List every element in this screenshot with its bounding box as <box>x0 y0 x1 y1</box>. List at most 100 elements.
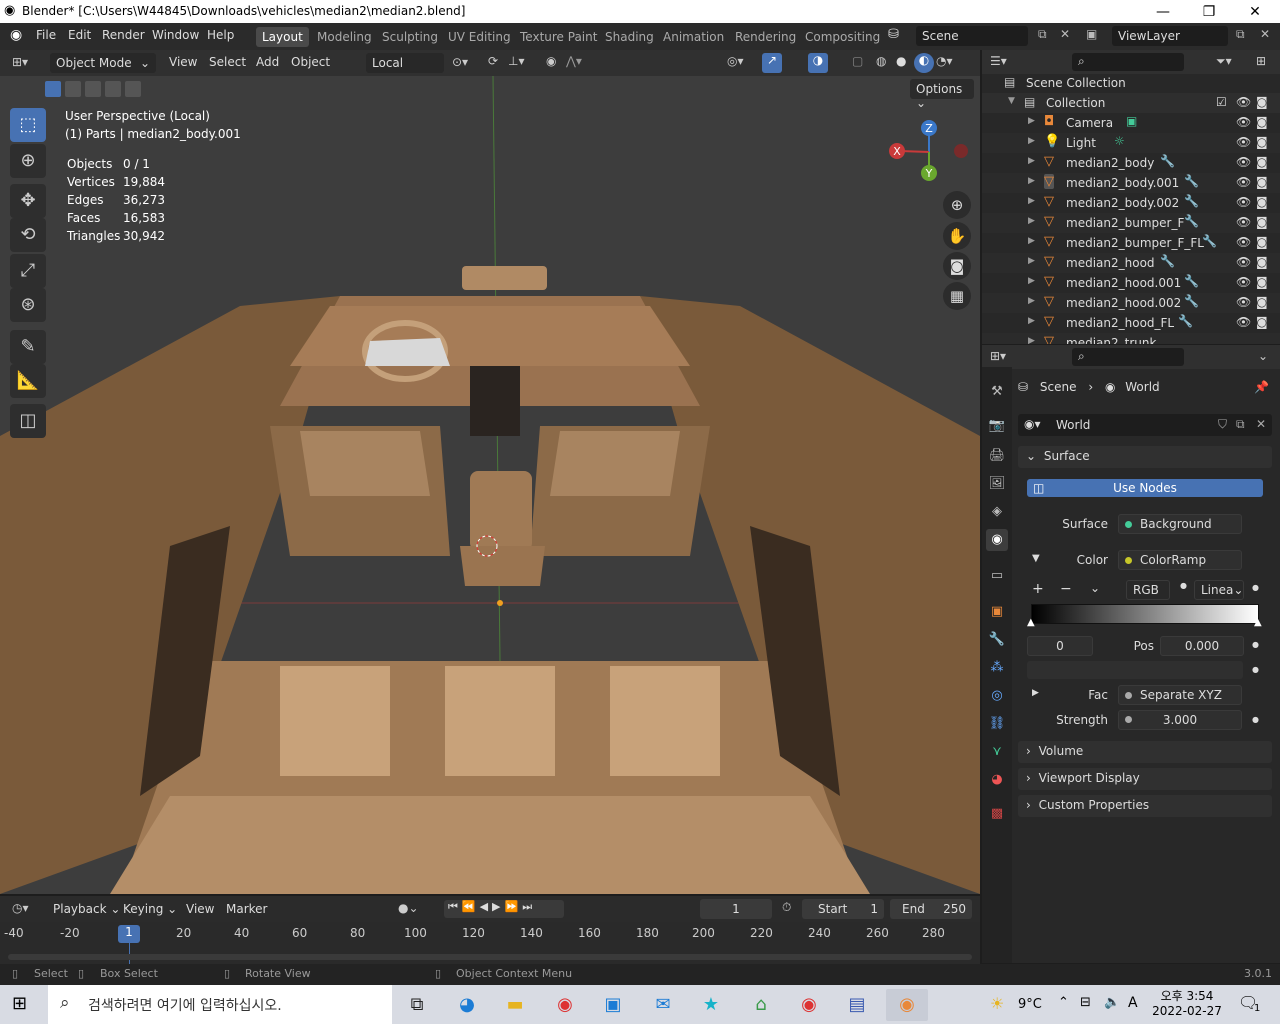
fac-input-field[interactable]: Separate XYZ <box>1118 685 1242 705</box>
outliner-item[interactable]: ▶ ▽ median2_hood.002 🔧 👁 ◙ <box>982 293 1280 313</box>
camera-render-icon[interactable]: ◙ <box>1256 175 1268 189</box>
outliner-item-active[interactable]: ▶ ▽ median2_body.001 🔧 👁 ◙ <box>982 173 1280 193</box>
tab-shading[interactable]: Shading <box>599 27 660 47</box>
pin-icon[interactable]: 📌 <box>1254 380 1269 394</box>
timeline-menu-marker[interactable]: Marker <box>226 902 267 916</box>
record-icon[interactable]: ●⌄ <box>398 901 419 915</box>
add-stop-icon[interactable]: + <box>1032 581 1044 597</box>
blender-menu-icon[interactable]: ◉ <box>10 27 22 43</box>
expand-icon[interactable]: ▶ <box>1028 236 1035 246</box>
camera-render-icon[interactable]: ◙ <box>1256 115 1268 129</box>
collapse-color-icon[interactable]: ▼ <box>1032 553 1040 564</box>
eye-icon[interactable]: 👁 <box>1236 155 1251 169</box>
outliner-editor-icon[interactable]: ☰▾ <box>990 54 1007 68</box>
eye-icon[interactable]: 👁 <box>1236 95 1251 109</box>
timeline-menu-keying[interactable]: Keying ⌄ <box>123 902 177 916</box>
world-name-field[interactable]: World <box>1056 418 1090 432</box>
select-new-icon[interactable] <box>45 81 61 97</box>
modifier-tab-icon[interactable]: 🔧 <box>986 629 1008 651</box>
vp-menu-select[interactable]: Select <box>209 55 246 69</box>
blender-taskbar-icon[interactable]: ◉ <box>886 989 928 1021</box>
taskbar-clock[interactable]: 오후 3:54 2022-02-27 <box>1150 987 1224 1018</box>
measure-tool[interactable]: 📐 <box>10 364 46 398</box>
image-editor-icon[interactable]: ▤ <box>836 989 878 1021</box>
material-tab-icon[interactable]: ◕ <box>986 769 1008 791</box>
camera-render-icon[interactable]: ◙ <box>1256 295 1268 309</box>
expand-icon[interactable]: ▼ <box>1008 96 1015 106</box>
ramp-stop-marker[interactable]: ▲ <box>1027 617 1035 628</box>
vp-menu-add[interactable]: Add <box>256 55 279 69</box>
new-collection-icon[interactable]: ⊞ <box>1256 54 1266 68</box>
object-tab-icon[interactable]: ▣ <box>986 601 1008 623</box>
viewlayer-field[interactable]: ViewLayer <box>1112 26 1228 46</box>
start-frame-field[interactable]: Start 1 <box>802 899 884 919</box>
menu-edit[interactable]: Edit <box>68 28 91 42</box>
interpolation-select[interactable]: Linea⌄ <box>1194 580 1244 600</box>
maximize-button[interactable]: ❐ <box>1186 1 1232 23</box>
menu-render[interactable]: Render <box>102 28 145 42</box>
expand-icon[interactable]: ▶ <box>1028 216 1035 226</box>
vp-menu-view[interactable]: View <box>169 55 197 69</box>
playhead[interactable]: 1 <box>118 925 140 943</box>
rotate-tool[interactable]: ⟲ <box>10 218 46 252</box>
weather-icon[interactable]: ☀ <box>990 994 1004 1013</box>
rendered-shading-icon[interactable]: ◔▾ <box>936 54 953 68</box>
network-icon[interactable]: ⊟ <box>1080 995 1091 1010</box>
texture-tab-icon[interactable]: ▩ <box>986 803 1008 825</box>
tab-uv-editing[interactable]: UV Editing <box>442 27 517 47</box>
timeline-editor-icon[interactable]: ◷▾ <box>12 901 29 915</box>
eye-icon[interactable]: 👁 <box>1236 295 1251 309</box>
camera-render-icon[interactable]: ◙ <box>1256 235 1268 249</box>
proportional-edit-icon[interactable]: ◉ <box>546 54 556 68</box>
surface-shader-field[interactable]: Background <box>1118 514 1242 534</box>
snap-icon[interactable]: ⟳ <box>488 54 498 68</box>
select-intersect-icon[interactable] <box>125 81 141 97</box>
eye-icon[interactable]: 👁 <box>1236 115 1251 129</box>
stopwatch-icon[interactable]: ⏱ <box>782 900 791 915</box>
chrome-icon[interactable]: ◉ <box>788 989 830 1021</box>
expand-icon[interactable]: ▶ <box>1028 156 1035 166</box>
remove-scene-icon[interactable]: ✕ <box>1060 27 1070 41</box>
pos-field[interactable]: 0.000 <box>1160 636 1244 656</box>
starred-app-icon[interactable]: ★ <box>690 989 732 1021</box>
eye-icon[interactable]: 👁 <box>1236 255 1251 269</box>
outliner-item[interactable]: ▶ ▽ median2_bumper_F_FL 🔧 👁 ◙ <box>982 233 1280 253</box>
color-ramp-gradient[interactable] <box>1031 604 1259 624</box>
zoom-icon[interactable]: ⊕ <box>943 191 971 219</box>
editor-type-icon[interactable]: ⊞▾ <box>12 55 28 69</box>
world-datablock[interactable]: ◉▾ World ⛉ ⧉ ✕ <box>1018 414 1272 436</box>
custom-properties-panel-header[interactable]: › Custom Properties <box>1018 795 1272 817</box>
camera-render-icon[interactable]: ◙ <box>1256 195 1268 209</box>
volume-panel-header[interactable]: › Volume <box>1018 741 1272 763</box>
ortho-grid-icon[interactable]: ▦ <box>943 282 971 310</box>
select-box-tool[interactable]: ⬚ <box>10 108 46 142</box>
ramp-stop-marker[interactable]: ▲ <box>1254 617 1262 628</box>
visibility-icon[interactable]: ◎▾ <box>727 54 744 68</box>
camera-render-icon[interactable]: ◙ <box>1256 255 1268 269</box>
properties-search-input[interactable]: ⌕ <box>1072 348 1184 366</box>
outliner-item[interactable]: ▶ ▽ median2_bumper_F 🔧 👁 ◙ <box>982 213 1280 233</box>
select-invert-icon[interactable] <box>105 81 121 97</box>
outliner-item[interactable]: ▶ ▽ median2_body.002 🔧 👁 ◙ <box>982 193 1280 213</box>
particles-tab-icon[interactable]: ⁂ <box>986 657 1008 679</box>
scene-tab-icon[interactable]: ◈ <box>986 501 1008 523</box>
close-window-button[interactable]: ✕ <box>1232 1 1278 23</box>
eye-icon[interactable]: 👁 <box>1236 195 1251 209</box>
solid-shading-icon[interactable]: ● <box>896 54 906 68</box>
store-icon[interactable]: ▣ <box>592 989 634 1021</box>
camera-render-icon[interactable]: ◙ <box>1256 135 1268 149</box>
eye-icon[interactable]: 👁 <box>1236 275 1251 289</box>
filter-icon[interactable]: ⏷▾ <box>1216 54 1232 69</box>
menu-help[interactable]: Help <box>207 28 234 42</box>
camera-render-icon[interactable]: ◙ <box>1256 155 1268 169</box>
fake-user-icon[interactable]: ⛉ <box>1218 417 1227 432</box>
new-viewlayer-icon[interactable]: ⧉ <box>1236 27 1245 42</box>
chrome-icon[interactable]: ◉ <box>544 989 586 1021</box>
outliner-scene-collection[interactable]: ▤ Scene Collection <box>982 73 1280 93</box>
volume-icon[interactable]: 🔈 <box>1104 995 1120 1010</box>
outliner-collection[interactable]: ▼ ▤ Collection ☑ 👁 ◙ <box>982 93 1280 113</box>
mail-icon[interactable]: ✉ <box>642 989 684 1021</box>
outliner-item[interactable]: ▶ ▽ median2_hood 🔧 👁 ◙ <box>982 253 1280 273</box>
output-tab-icon[interactable]: 🖨 <box>986 445 1008 467</box>
outliner-item[interactable]: ▶ ◘ Camera ▣ 👁 ◙ <box>982 113 1280 133</box>
